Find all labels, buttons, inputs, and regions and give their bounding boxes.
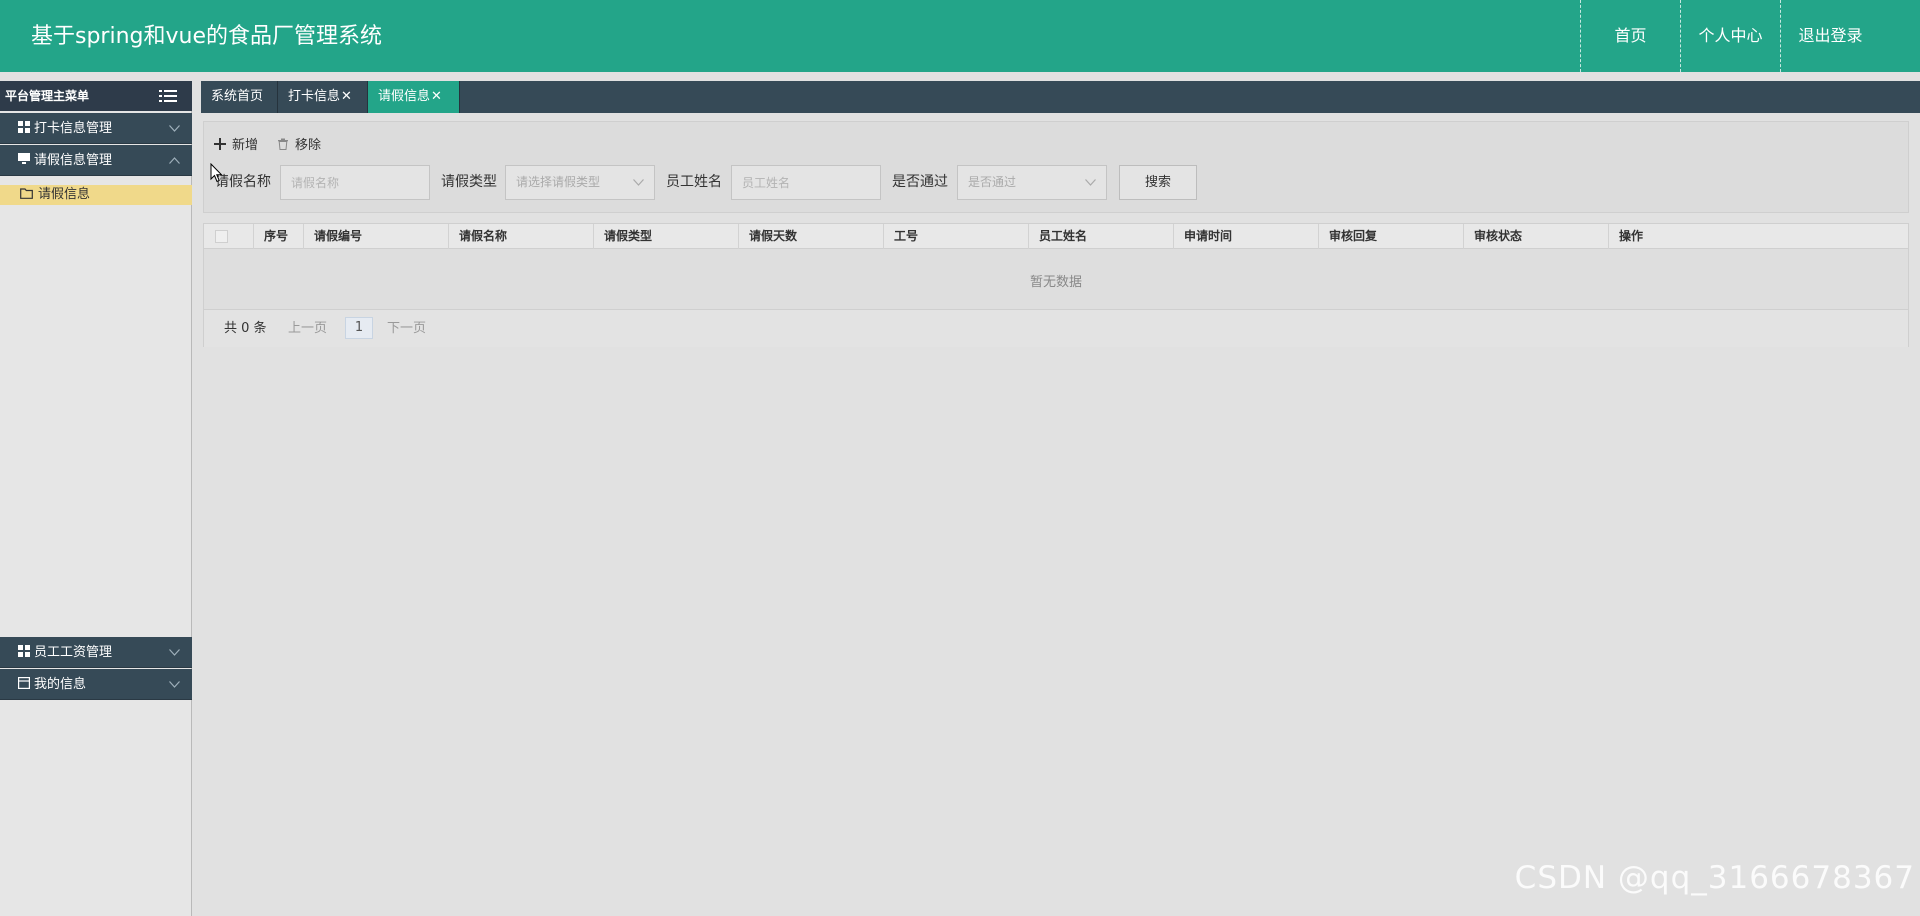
app-title: 基于spring和vue的食品厂管理系统	[31, 24, 382, 49]
chevron-down-icon	[169, 125, 180, 132]
column-header: 工号	[884, 224, 1029, 249]
remove-label: 移除	[295, 138, 322, 153]
tab-system-home[interactable]: 系统首页	[201, 81, 278, 113]
approved-label: 是否通过	[892, 174, 948, 190]
tab-attendance[interactable]: 打卡信息✕	[278, 81, 368, 113]
trash-icon	[278, 138, 288, 150]
pagination: 共 0 条 上一页 1 下一页	[204, 309, 1908, 347]
sidebar-group-label: 打卡信息管理	[34, 121, 113, 136]
leave-type-label: 请假类型	[441, 174, 497, 190]
search-button[interactable]: 搜索	[1119, 165, 1197, 200]
add-button[interactable]: 新增	[214, 136, 258, 156]
column-header: 请假类型	[594, 224, 739, 249]
chevron-down-icon	[169, 681, 180, 688]
column-header: 序号	[254, 224, 304, 249]
plus-icon	[214, 138, 226, 150]
next-page-button[interactable]: 下一页	[387, 320, 426, 338]
empty-state-text: 暂无数据	[1029, 275, 1082, 290]
tabs-bar: 系统首页 打卡信息✕ 请假信息✕	[201, 81, 1920, 113]
folder-icon	[20, 188, 33, 199]
search-toolbar: 新增 移除 请假名称 请假类型 请选择请假类型 员工姓名 是否通过 是否通过 搜…	[203, 121, 1909, 213]
nav-logout[interactable]: 退出登录	[1780, 0, 1880, 72]
column-header: 申请时间	[1174, 224, 1319, 249]
chevron-up-icon	[169, 157, 180, 164]
sidebar-group-leave[interactable]: 请假信息管理	[0, 145, 192, 176]
sidebar-menu-title: 平台管理主菜单	[5, 89, 90, 103]
leave-name-input[interactable]	[280, 165, 430, 200]
close-icon[interactable]: ✕	[341, 89, 352, 104]
column-header: 请假天数	[739, 224, 884, 249]
leave-type-select[interactable]: 请选择请假类型	[505, 165, 655, 200]
prev-page-button[interactable]: 上一页	[288, 320, 327, 338]
sidebar-group-salary[interactable]: 员工工资管理	[0, 637, 192, 668]
chevron-down-icon	[633, 179, 644, 186]
nav-profile[interactable]: 个人中心	[1680, 0, 1780, 72]
sidebar-menu-header: 平台管理主菜单	[0, 81, 192, 111]
chevron-down-icon	[1085, 179, 1096, 186]
grid-icon	[18, 645, 30, 657]
tab-label: 打卡信息	[288, 89, 341, 104]
watermark: CSDN @qq_3166678367	[1514, 860, 1915, 896]
column-header: 请假编号	[304, 224, 449, 249]
column-header: 员工姓名	[1029, 224, 1174, 249]
tab-leave-info[interactable]: 请假信息✕	[368, 81, 460, 113]
card-icon	[18, 677, 30, 689]
select-all-checkbox[interactable]	[215, 230, 228, 243]
chevron-down-icon	[169, 649, 180, 656]
tab-label: 请假信息	[378, 89, 431, 104]
table-header: 序号 请假编号 请假名称 请假类型 请假天数 工号 员工姓名 申请时间 审核回复…	[204, 224, 1908, 249]
tab-label: 系统首页	[211, 89, 264, 104]
leave-table: 序号 请假编号 请假名称 请假类型 请假天数 工号 员工姓名 申请时间 审核回复…	[203, 223, 1909, 347]
sidebar-item-leave-info[interactable]: 请假信息	[0, 185, 192, 205]
sidebar-group-my-info[interactable]: 我的信息	[0, 669, 192, 700]
column-header: 审核回复	[1319, 224, 1464, 249]
select-all-cell	[204, 224, 254, 249]
nav-home[interactable]: 首页	[1580, 0, 1680, 72]
sidebar-group-label: 我的信息	[34, 677, 87, 692]
sidebar-item-label: 请假信息	[38, 187, 91, 202]
grid-icon	[18, 121, 30, 133]
approved-placeholder: 是否通过	[968, 175, 1017, 189]
leave-type-placeholder: 请选择请假类型	[516, 175, 601, 189]
employee-name-input[interactable]	[731, 165, 881, 200]
mouse-cursor-icon	[210, 163, 223, 183]
page-number-button[interactable]: 1	[345, 317, 373, 339]
total-count: 共 0 条	[224, 321, 267, 336]
column-header: 请假名称	[449, 224, 594, 249]
sidebar: 平台管理主菜单 打卡信息管理 请假信息管理 请假信息 员工工资管理 我的信息	[0, 81, 192, 916]
list-toggle-icon[interactable]	[159, 89, 177, 103]
monitor-icon	[18, 153, 30, 164]
sidebar-group-label: 请假信息管理	[34, 153, 113, 168]
remove-button[interactable]: 移除	[277, 136, 321, 156]
column-header: 操作	[1619, 229, 1644, 243]
column-header: 审核状态	[1464, 224, 1609, 249]
sidebar-group-attendance[interactable]: 打卡信息管理	[0, 113, 192, 144]
app-header: 基于spring和vue的食品厂管理系统 首页 个人中心 退出登录	[0, 0, 1920, 72]
add-label: 新增	[232, 138, 259, 153]
sidebar-group-label: 员工工资管理	[34, 645, 113, 660]
approved-select[interactable]: 是否通过	[957, 165, 1107, 200]
employee-name-label: 员工姓名	[666, 174, 722, 190]
close-icon[interactable]: ✕	[431, 89, 442, 104]
